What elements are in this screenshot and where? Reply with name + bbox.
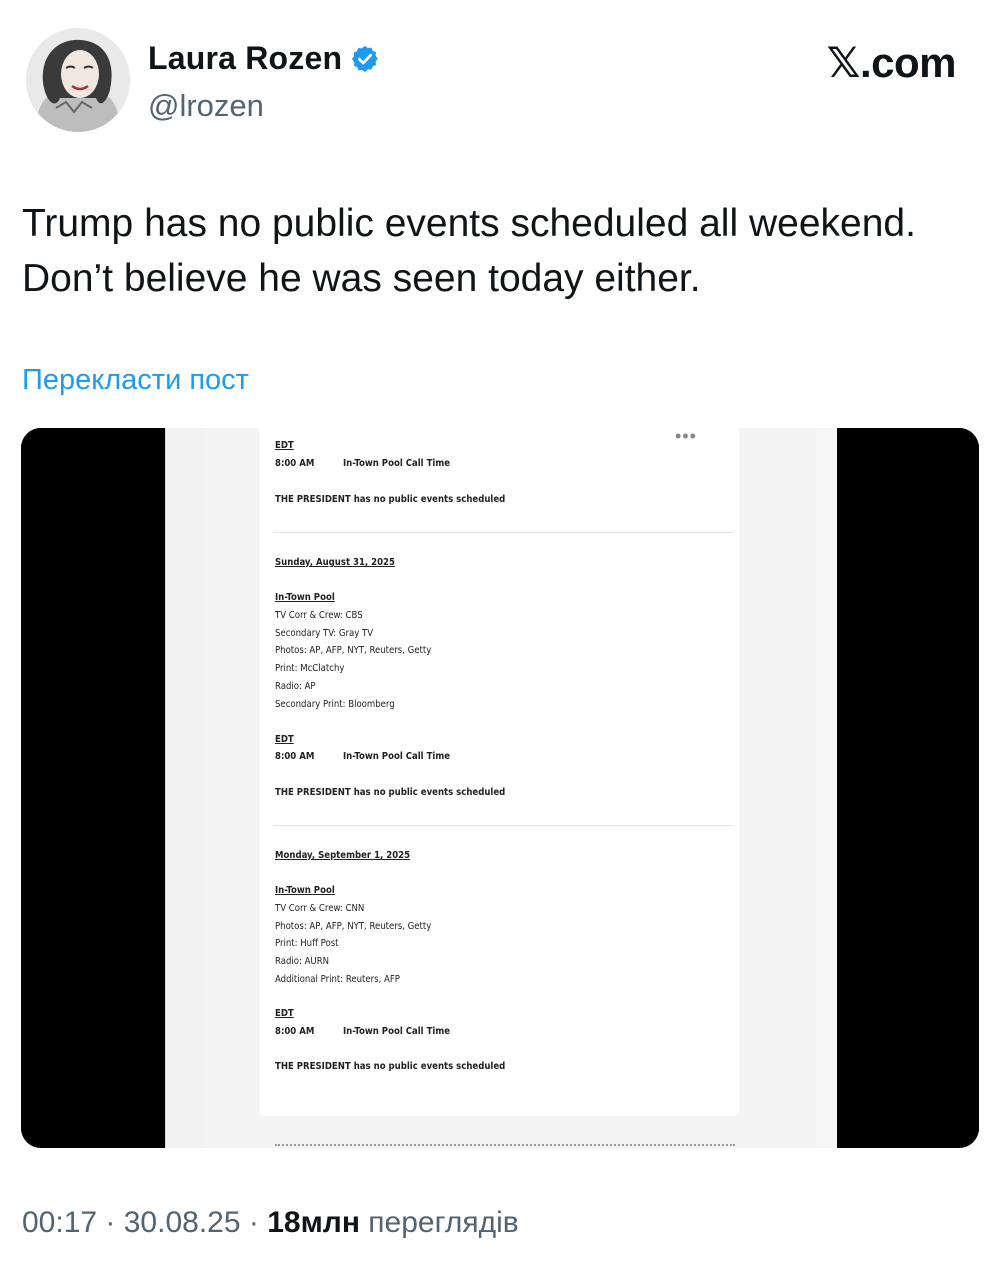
letterbox-left: [21, 428, 165, 1148]
edt-label: EDT: [275, 440, 294, 451]
date-heading: Monday, September 1, 2025: [275, 850, 411, 861]
president-note: THE PRESIDENT has no public events sched…: [275, 787, 506, 798]
display-name[interactable]: Laura Rozen: [148, 40, 342, 77]
pool-line: Radio: AP: [275, 681, 316, 692]
more-options-icon: •••: [675, 428, 697, 446]
tweet-media-image[interactable]: ••• EDT 8:00 AM In-Town Pool Call Time T…: [21, 428, 979, 1148]
call-time: 8:00 AM: [275, 458, 315, 469]
tweet-meta: 00:17 · 30.08.25 · 18млн переглядів: [22, 1206, 519, 1240]
tweet-line-2: Don’t believe he was seen today either.: [22, 257, 701, 300]
meta-separator: ·: [240, 1206, 268, 1239]
president-note: THE PRESIDENT has no public events sched…: [275, 494, 506, 505]
meta-separator: ·: [97, 1206, 124, 1239]
verified-badge-icon: [352, 45, 378, 72]
pool-line: Print: Huff Post: [275, 938, 339, 949]
call-label: In-Town Pool Call Time: [343, 751, 451, 762]
pool-line: Radio: AURN: [275, 956, 330, 967]
document-screenshot: ••• EDT 8:00 AM In-Town Pool Call Time T…: [205, 428, 817, 1148]
tweet-line-1: Trump has no public events scheduled all…: [22, 202, 916, 245]
pool-line: TV Corr & Crew: CNN: [275, 903, 365, 914]
edt-label: EDT: [275, 734, 294, 745]
translate-link[interactable]: Перекласти пост: [22, 364, 249, 397]
president-note: THE PRESIDENT has no public events sched…: [275, 1061, 506, 1072]
divider: [273, 532, 733, 533]
brand-logo: 𝕏.com: [826, 39, 957, 86]
date-heading: Sunday, August 31, 2025: [275, 557, 395, 568]
post-time[interactable]: 00:17: [22, 1206, 97, 1239]
avatar[interactable]: [26, 28, 130, 132]
views-count: 18млн: [267, 1206, 360, 1239]
handle[interactable]: @lrozen: [148, 88, 264, 124]
pool-line: Photos: AP, AFP, NYT, Reuters, Getty: [275, 645, 432, 656]
call-time: 8:00 AM: [275, 751, 315, 762]
pool-line: Secondary TV: Gray TV: [275, 628, 374, 639]
cut-off-footer-text: [275, 1138, 735, 1148]
call-label: In-Town Pool Call Time: [343, 1026, 451, 1037]
tweet-text: Trump has no public events scheduled all…: [22, 196, 982, 306]
call-time: 8:00 AM: [275, 1026, 315, 1037]
pool-line: Additional Print: Reuters, AFP: [275, 974, 400, 985]
author-name-row[interactable]: Laura Rozen: [148, 40, 380, 77]
pool-heading: In-Town Pool: [275, 885, 335, 896]
call-label: In-Town Pool Call Time: [343, 458, 451, 469]
post-date[interactable]: 30.08.25: [124, 1206, 241, 1239]
pool-line: Secondary Print: Bloomberg: [275, 699, 395, 710]
avatar-illustration: [26, 28, 130, 132]
views-label: переглядів: [359, 1206, 519, 1239]
pool-line: Photos: AP, AFP, NYT, Reuters, Getty: [275, 921, 432, 932]
edt-label: EDT: [275, 1008, 294, 1019]
letterbox-right: [837, 428, 979, 1148]
pool-heading: In-Town Pool: [275, 592, 335, 603]
divider: [273, 825, 733, 826]
pool-line: TV Corr & Crew: CBS: [275, 610, 363, 621]
pool-line: Print: McClatchy: [275, 663, 345, 674]
